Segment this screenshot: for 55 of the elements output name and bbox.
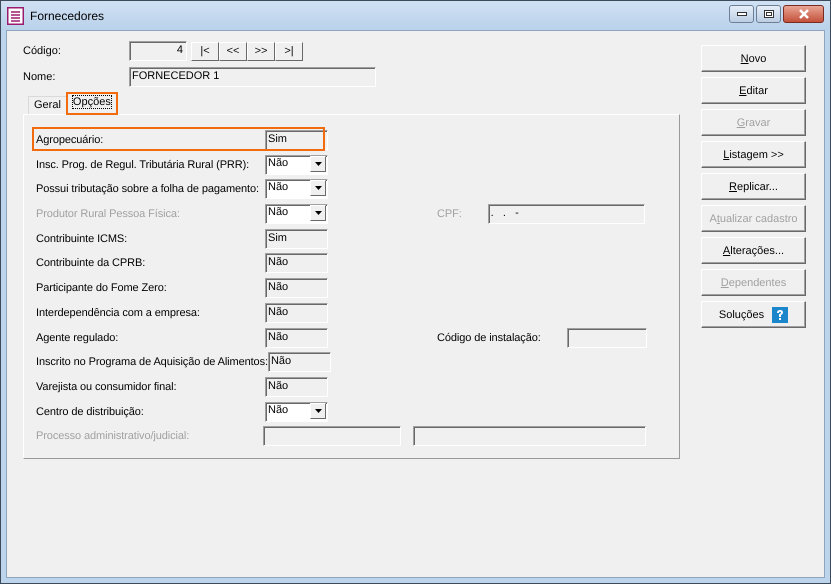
- document-icon: [7, 6, 24, 24]
- field-label: Contribuinte ICMS:: [36, 232, 128, 245]
- dropdown-field[interactable]: Não: [265, 402, 328, 422]
- dropdown-field[interactable]: Não: [265, 154, 328, 175]
- minimize-icon: [736, 12, 746, 16]
- value-field[interactable]: Não: [265, 302, 328, 323]
- close-icon: [798, 8, 810, 18]
- name-field[interactable]: FORNECEDOR 1: [129, 67, 376, 87]
- tab[interactable]: Geral: [28, 96, 67, 114]
- restore-button[interactable]: [756, 4, 781, 22]
- field-label: Produtor Rural Pessoa Física:: [36, 208, 181, 220]
- value-field[interactable]: Não: [268, 352, 331, 372]
- dropdown-arrow-icon: [314, 408, 322, 413]
- field-label: Agente regulado:: [36, 332, 120, 344]
- restore-icon: [764, 10, 774, 18]
- field-label: Insc. Prog. de Regul. Tributária Rural (PRR):: [36, 158, 250, 171]
- navigation-button[interactable]: >>: [247, 42, 275, 60]
- field-label: Interdependência com a empresa:: [36, 306, 201, 319]
- field-label: Processo administrativo/judicial:: [36, 430, 190, 442]
- field-label: Agropecuário:: [36, 134, 104, 146]
- field-label: Inscrito no Programa de Aquisição de Alimentos:: [36, 356, 268, 368]
- value-field[interactable]: Sim: [265, 130, 328, 150]
- minimize-button[interactable]: [729, 4, 754, 22]
- field-label: CPF:: [437, 208, 462, 220]
- field-label: Contribuinte da CPRB:: [36, 257, 146, 270]
- dropdown-field[interactable]: Não: [265, 179, 328, 200]
- action-button[interactable]: Editar: [701, 77, 806, 104]
- dropdown-arrow-icon: [314, 186, 322, 190]
- value-field[interactable]: Sim: [265, 228, 328, 249]
- field-label: Nome:: [23, 71, 56, 83]
- field-label: Varejista ou consumidor final:: [36, 380, 178, 393]
- action-button[interactable]: Replicar...: [701, 173, 806, 200]
- field-label: Participante do Fome Zero:: [36, 282, 168, 294]
- close-button[interactable]: [783, 4, 824, 22]
- solutions-button[interactable]: Soluções: [701, 301, 806, 328]
- field-label: Possui tributação sobre a folha de pagamento:: [36, 183, 260, 196]
- field-label: Código:: [23, 45, 62, 57]
- value-field[interactable]: Não: [265, 328, 328, 348]
- tab[interactable]: Opções: [66, 93, 117, 114]
- code-field[interactable]: 4: [129, 41, 187, 61]
- dropdown-arrow-icon: [314, 211, 322, 216]
- field-label: Código de instalação:: [437, 332, 541, 344]
- navigation-button[interactable]: <<: [219, 42, 247, 60]
- navigation-button[interactable]: >|: [275, 42, 303, 60]
- value-field[interactable]: Não: [265, 278, 328, 298]
- action-button[interactable]: Novo: [701, 45, 806, 72]
- field-label: Centro de distribuição:: [36, 406, 145, 418]
- action-button[interactable]: Alterações...: [701, 237, 806, 264]
- navigation-button[interactable]: |<: [191, 42, 219, 60]
- value-field[interactable]: Não: [265, 376, 328, 397]
- value-field[interactable]: Não: [265, 253, 328, 274]
- dropdown-arrow-icon: [314, 162, 322, 166]
- action-button[interactable]: Listagem >>: [701, 141, 806, 168]
- extra-field[interactable]: [566, 328, 647, 348]
- window-title: Fornecedores: [30, 8, 104, 22]
